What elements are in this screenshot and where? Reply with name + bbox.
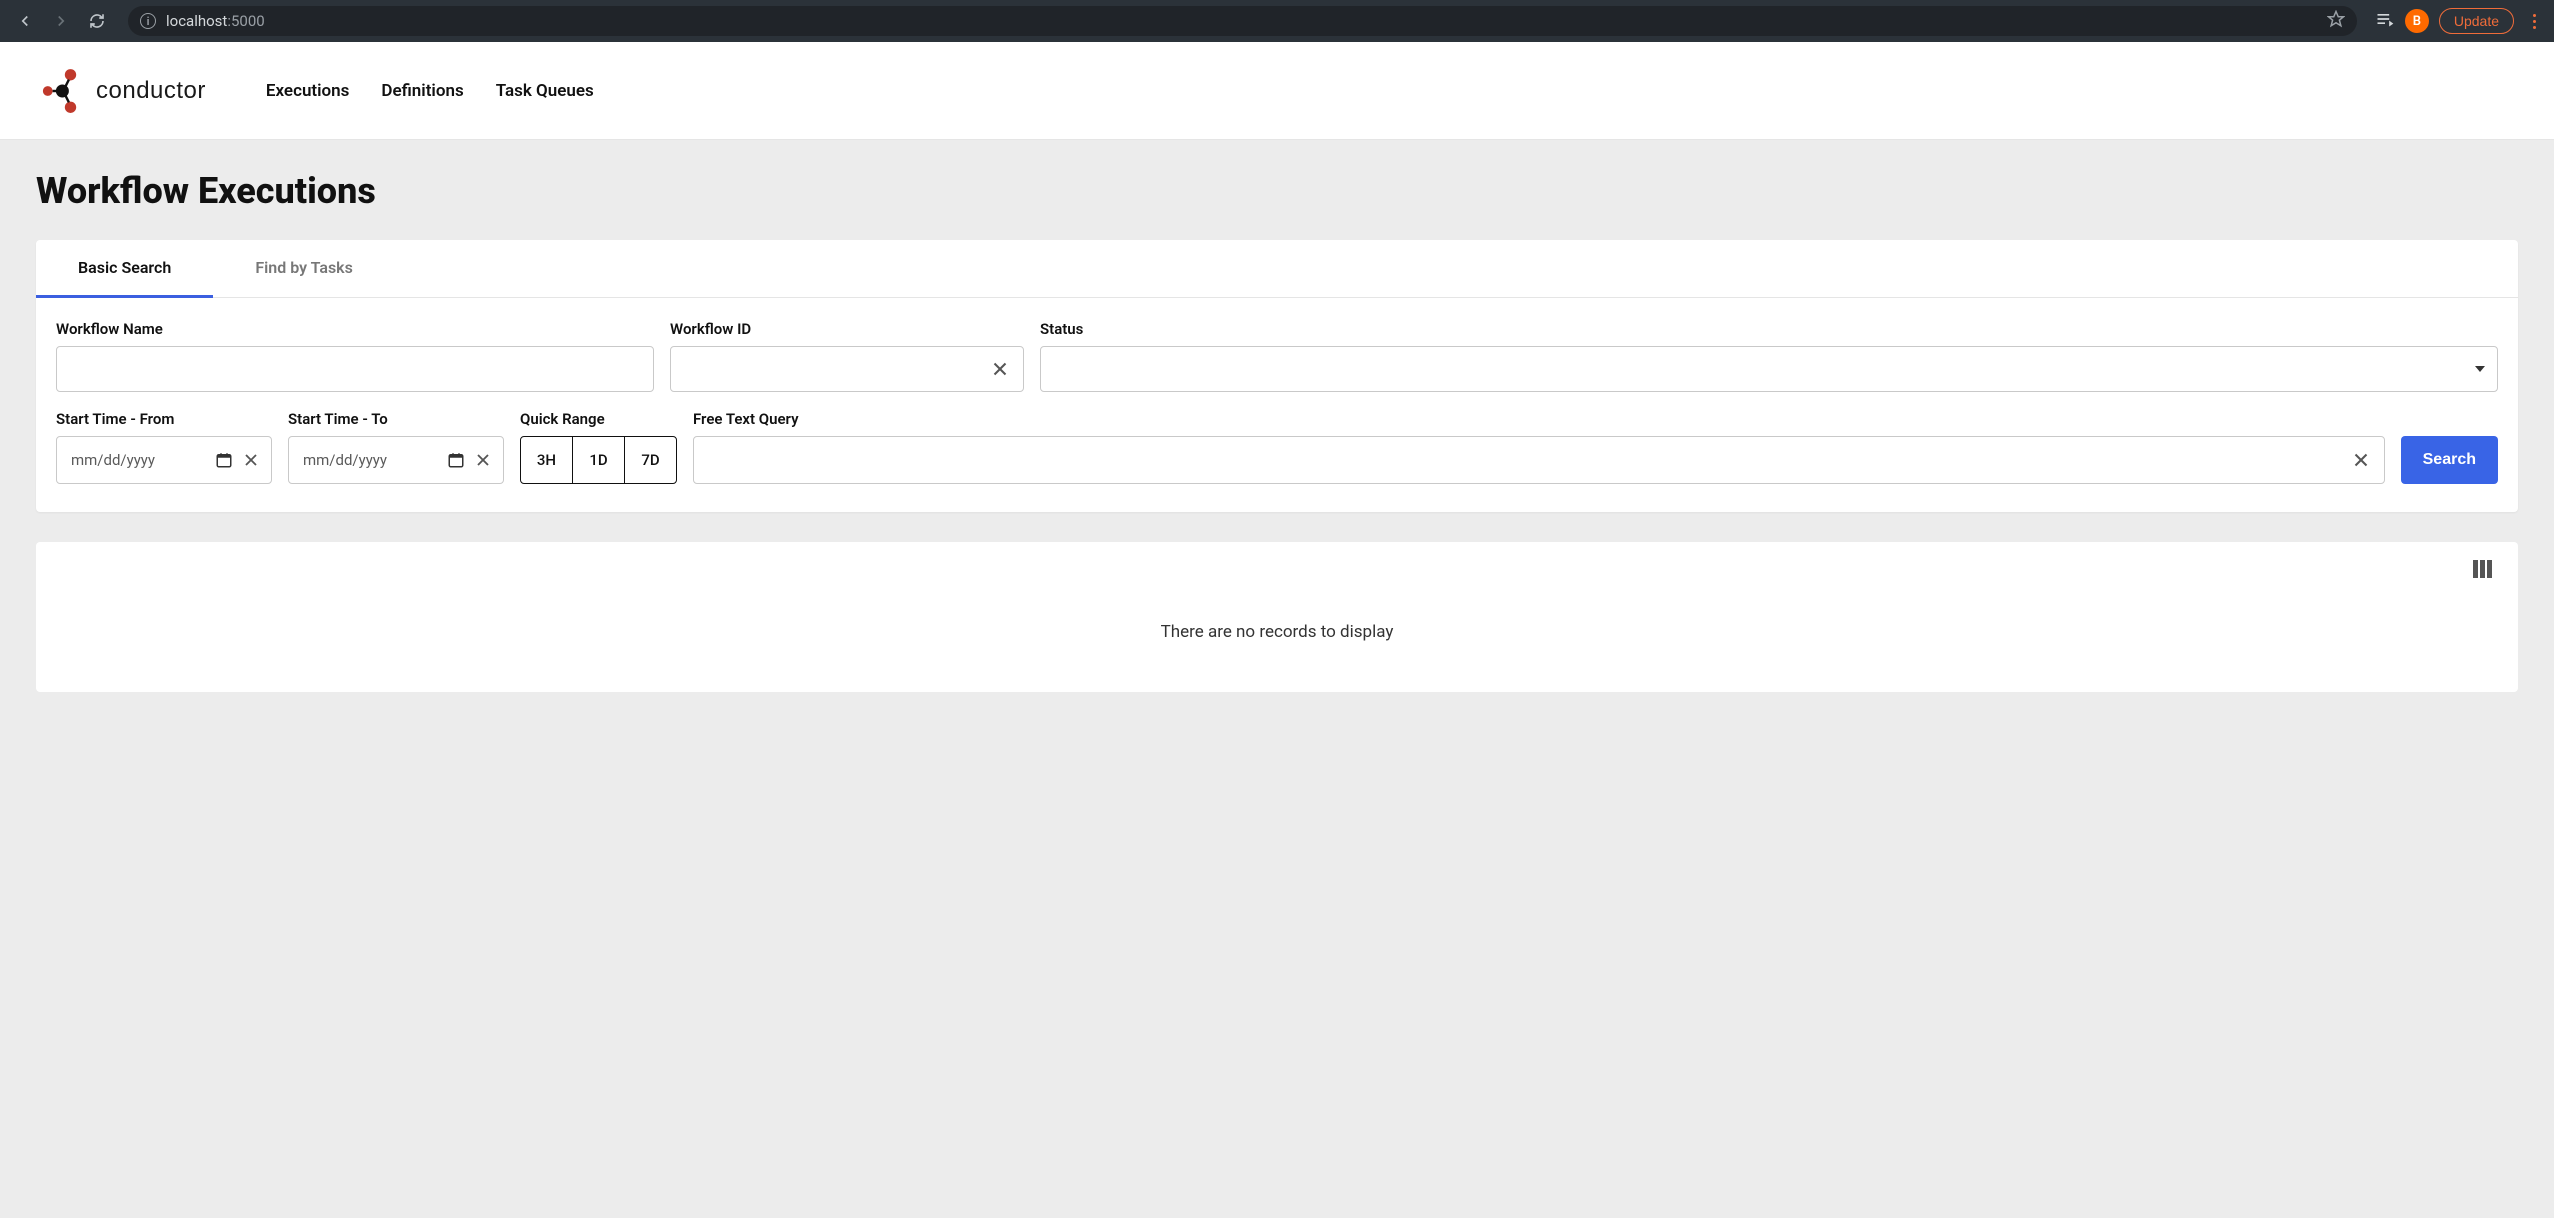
quick-range-7d[interactable]: 7D	[625, 437, 676, 483]
url-text: localhost:5000	[166, 12, 265, 30]
page-body: Workflow Executions Basic Search Find by…	[0, 140, 2554, 722]
bookmark-star-icon[interactable]	[2327, 10, 2345, 32]
calendar-icon[interactable]	[215, 451, 233, 469]
forward-button[interactable]	[46, 6, 76, 36]
quick-range-label: Quick Range	[520, 410, 677, 428]
clear-icon[interactable]	[989, 358, 1011, 380]
quick-range-group: 3H 1D 7D	[520, 436, 677, 484]
nav-definitions[interactable]: Definitions	[381, 81, 463, 101]
search-form: Workflow Name Workflow ID Status	[36, 298, 2518, 512]
address-bar[interactable]: i localhost:5000	[128, 6, 2357, 36]
browser-chrome: i localhost:5000 B Update	[0, 0, 2554, 42]
reload-button[interactable]	[82, 6, 112, 36]
clear-icon[interactable]	[241, 450, 261, 470]
workflow-id-input[interactable]	[670, 346, 1024, 392]
search-button[interactable]: Search	[2401, 436, 2498, 484]
back-button[interactable]	[10, 6, 40, 36]
site-info-icon[interactable]: i	[140, 13, 156, 29]
status-select[interactable]	[1040, 346, 2498, 392]
start-from-label: Start Time - From	[56, 410, 272, 428]
media-control-icon[interactable]	[2375, 9, 2395, 33]
tab-find-by-tasks[interactable]: Find by Tasks	[213, 240, 395, 298]
conductor-logo-icon	[38, 65, 90, 117]
date-placeholder: mm/dd/yyyy	[303, 451, 439, 469]
columns-icon[interactable]	[2473, 560, 2492, 578]
quick-range-3h[interactable]: 3H	[521, 437, 573, 483]
workflow-name-input[interactable]	[56, 346, 654, 392]
free-text-input[interactable]	[693, 436, 2385, 484]
browser-menu-icon[interactable]	[2524, 14, 2544, 29]
quick-range-1d[interactable]: 1D	[573, 437, 625, 483]
page-title: Workflow Executions	[36, 170, 2518, 212]
logo-text: conductor	[96, 77, 206, 105]
start-from-input[interactable]: mm/dd/yyyy	[56, 436, 272, 484]
results-card: There are no records to display	[36, 542, 2518, 692]
start-to-input[interactable]: mm/dd/yyyy	[288, 436, 504, 484]
status-label: Status	[1040, 320, 2498, 338]
clear-icon[interactable]	[2350, 449, 2372, 471]
logo[interactable]: conductor	[38, 65, 206, 117]
profile-avatar[interactable]: B	[2405, 9, 2429, 33]
tab-basic-search[interactable]: Basic Search	[36, 240, 213, 298]
start-to-label: Start Time - To	[288, 410, 504, 428]
app-header: conductor Executions Definitions Task Qu…	[0, 42, 2554, 140]
search-card: Basic Search Find by Tasks Workflow Name…	[36, 240, 2518, 512]
date-placeholder: mm/dd/yyyy	[71, 451, 207, 469]
clear-icon[interactable]	[473, 450, 493, 470]
free-text-label: Free Text Query	[693, 410, 2385, 428]
calendar-icon[interactable]	[447, 451, 465, 469]
nav-task-queues[interactable]: Task Queues	[496, 81, 594, 101]
tabs: Basic Search Find by Tasks	[36, 240, 2518, 298]
chevron-down-icon	[2475, 366, 2485, 372]
empty-message: There are no records to display	[56, 562, 2498, 642]
nav-links: Executions Definitions Task Queues	[266, 81, 594, 101]
nav-executions[interactable]: Executions	[266, 81, 350, 101]
update-button[interactable]: Update	[2439, 8, 2514, 34]
workflow-name-label: Workflow Name	[56, 320, 654, 338]
workflow-id-label: Workflow ID	[670, 320, 1024, 338]
